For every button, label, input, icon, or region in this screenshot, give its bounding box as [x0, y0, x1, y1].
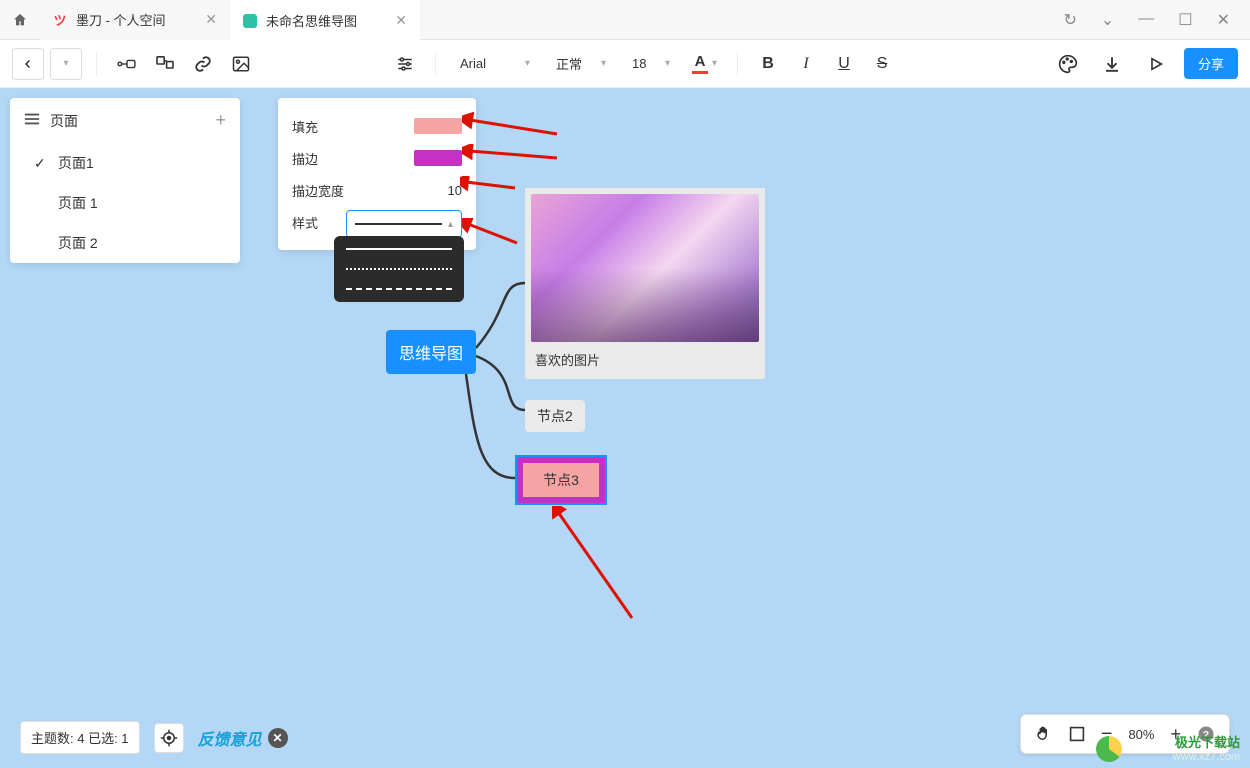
annotation-arrow [462, 112, 562, 142]
help-button[interactable]: ? [1197, 725, 1215, 743]
stroke-swatch[interactable] [414, 150, 462, 166]
page-label: 页面1 [58, 153, 94, 173]
back-dropdown[interactable]: ▾ [50, 48, 82, 80]
stroke-width-label: 描边宽度 [292, 181, 448, 200]
node-label: 思维导图 [399, 340, 463, 364]
page-item[interactable]: ✓ 页面1 [10, 143, 240, 183]
select-button[interactable] [1069, 726, 1085, 742]
font-family-value: Arial [460, 56, 486, 71]
browser-tabbar: ツ 墨刀 - 个人空间 ✕ 未命名思维导图 ✕ ↻ ⌄ — ☐ ✕ [0, 0, 1250, 40]
node-root[interactable]: 思维导图 [386, 330, 476, 374]
line-sample-icon [355, 223, 442, 225]
line-dashed-option[interactable] [346, 288, 452, 290]
modao-favicon-icon: ツ [52, 12, 68, 28]
font-size-value: 18 [632, 56, 646, 71]
bold-button[interactable]: B [752, 48, 784, 80]
close-icon[interactable]: ✕ [395, 12, 407, 29]
page-label: 页面 1 [58, 193, 98, 213]
close-icon[interactable]: ✕ [205, 11, 217, 28]
underline-button[interactable]: U [828, 48, 860, 80]
strike-button[interactable]: S [866, 48, 898, 80]
page-item[interactable]: 页面 1 [10, 183, 240, 223]
svg-text:?: ? [1203, 729, 1209, 741]
topic-count: 主题数: 4 已选: 1 [20, 721, 140, 754]
zoom-bar: − 80% + ? [1020, 714, 1230, 754]
node-image-card[interactable]: 喜欢的图片 [525, 188, 765, 379]
play-button[interactable] [1140, 48, 1172, 80]
node-2[interactable]: 节点2 [525, 400, 585, 432]
layout-button[interactable] [149, 48, 181, 80]
close-window-icon[interactable]: ✕ [1217, 10, 1230, 30]
share-label: 分享 [1198, 57, 1224, 72]
maximize-icon[interactable]: ☐ [1178, 10, 1192, 30]
zoom-value[interactable]: 80% [1128, 727, 1154, 742]
line-solid-option[interactable] [346, 248, 452, 250]
annotation-arrow [462, 144, 562, 164]
canvas[interactable]: 页面 + ✓ 页面1 页面 1 页面 2 填充 描边 描边宽度 10 样式 [0, 88, 1250, 768]
back-button[interactable] [12, 48, 44, 80]
feedback-label: 反馈意见 [198, 726, 262, 750]
locate-button[interactable] [154, 723, 184, 753]
share-button[interactable]: 分享 [1184, 48, 1238, 79]
window-controls: ↻ ⌄ — ☐ ✕ [1063, 10, 1250, 30]
link-button[interactable] [187, 48, 219, 80]
node-caption: 喜欢的图片 [531, 342, 759, 373]
node-insert-button[interactable] [111, 48, 143, 80]
status-bar-left: 主题数: 4 已选: 1 反馈意见 ✕ [20, 721, 288, 754]
stroke-label: 描边 [292, 149, 414, 168]
fill-label: 填充 [292, 117, 414, 136]
pages-panel: 页面 + ✓ 页面1 页面 1 页面 2 [10, 98, 240, 263]
font-family-dropdown[interactable]: Arial ▾ [450, 48, 540, 80]
zoom-in-button[interactable]: + [1170, 724, 1181, 745]
tab-mindmap[interactable]: 未命名思维导图 ✕ [230, 0, 420, 40]
palette-button[interactable] [1052, 48, 1084, 80]
line-style-row: 样式 ▴ [292, 206, 462, 238]
italic-button[interactable]: I [790, 48, 822, 80]
stroke-row: 描边 [292, 142, 462, 174]
mindmap-favicon-icon [242, 13, 258, 29]
list-icon[interactable] [24, 112, 40, 129]
font-weight-dropdown[interactable]: 正常 ▾ [546, 48, 616, 80]
node-label: 节点2 [537, 406, 573, 426]
pages-header: 页面 + [10, 98, 240, 143]
tab-title: 墨刀 - 个人空间 [76, 10, 166, 29]
line-style-label: 样式 [292, 213, 346, 232]
line-style-dropdown[interactable]: ▴ [346, 210, 462, 238]
reload-icon[interactable]: ↻ [1063, 10, 1076, 30]
node-label: 节点3 [543, 470, 579, 490]
style-panel: 填充 描边 描边宽度 10 样式 ▴ [278, 98, 476, 250]
check-icon: ✓ [34, 155, 48, 172]
page-label: 页面 2 [58, 233, 98, 253]
font-weight-value: 正常 [556, 54, 582, 73]
editor-toolbar: ▾ Arial ▾ 正常 ▾ 18 ▾ A ▾ B I U S [0, 40, 1250, 88]
feedback-link[interactable]: 反馈意见 ✕ [198, 726, 288, 750]
node-3: 节点3 [523, 463, 599, 497]
node-image [531, 194, 759, 342]
minimize-icon[interactable]: — [1138, 10, 1154, 30]
download-button[interactable] [1096, 48, 1128, 80]
line-style-options [334, 236, 464, 302]
tab-modao[interactable]: ツ 墨刀 - 个人空间 ✕ [40, 0, 230, 40]
stroke-width-row: 描边宽度 10 [292, 174, 462, 206]
fill-row: 填充 [292, 110, 462, 142]
add-page-button[interactable]: + [215, 110, 226, 131]
annotation-arrow [552, 506, 642, 626]
fill-swatch[interactable] [414, 118, 462, 134]
node-3-selected[interactable]: 节点3 [515, 455, 607, 505]
caret-icon: ▴ [448, 219, 453, 230]
close-feedback-icon[interactable]: ✕ [268, 728, 288, 748]
chevron-down-icon[interactable]: ⌄ [1101, 10, 1114, 30]
page-item[interactable]: 页面 2 [10, 223, 240, 263]
settings-button[interactable] [389, 48, 421, 80]
tab-title: 未命名思维导图 [266, 11, 357, 30]
home-button[interactable] [0, 0, 40, 40]
zoom-out-button[interactable]: − [1101, 723, 1113, 746]
pages-title: 页面 [50, 111, 78, 131]
stroke-width-value[interactable]: 10 [448, 183, 462, 198]
font-size-dropdown[interactable]: 18 ▾ [622, 48, 680, 80]
font-color-button[interactable]: A ▾ [686, 48, 723, 80]
image-button[interactable] [225, 48, 257, 80]
line-dotted-option[interactable] [346, 268, 452, 270]
pan-button[interactable] [1035, 725, 1053, 743]
